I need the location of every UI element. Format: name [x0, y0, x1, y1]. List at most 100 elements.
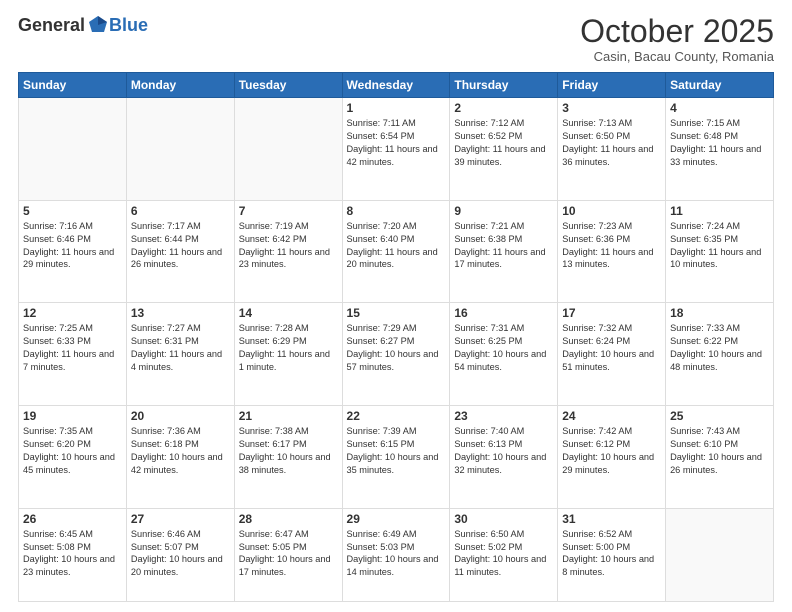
day-number: 19 [23, 409, 122, 423]
calendar-cell: 28 Sunrise: 6:47 AMSunset: 5:05 PMDayligh… [234, 508, 342, 601]
calendar-cell: 14 Sunrise: 7:28 AMSunset: 6:29 PMDayligh… [234, 303, 342, 406]
calendar-cell: 26Sunrise: 6:45 AMSunset: 5:08 PMDayligh… [19, 508, 127, 601]
day-number: 30 [454, 512, 553, 526]
day-info: Sunrise: 7:29 AMSunset: 6:27 PMDaylight:… [347, 323, 439, 372]
day-info: Sunrise: 7:27 AMSunset: 6:31 PMDaylight:… [131, 323, 222, 372]
calendar-cell: 21 Sunrise: 7:38 AMSunset: 6:17 PMDayligh… [234, 406, 342, 509]
calendar-cell: 31 Sunrise: 6:52 AMSunset: 5:00 PMDayligh… [558, 508, 666, 601]
day-info: Sunrise: 7:33 AMSunset: 6:22 PMDaylight:… [670, 323, 762, 372]
day-info: Sunrise: 7:20 AMSunset: 6:40 PMDaylight:… [347, 221, 438, 270]
day-info: Sunrise: 7:21 AMSunset: 6:38 PMDaylight:… [454, 221, 545, 270]
day-number: 14 [239, 306, 338, 320]
calendar-header-tuesday: Tuesday [234, 73, 342, 98]
day-info: Sunrise: 6:50 AMSunset: 5:02 PMDaylight:… [454, 529, 546, 578]
day-info: Sunrise: 7:35 AMSunset: 6:20 PMDaylight:… [23, 426, 115, 475]
calendar-header-row: SundayMondayTuesdayWednesdayThursdayFrid… [19, 73, 774, 98]
calendar-table: SundayMondayTuesdayWednesdayThursdayFrid… [18, 72, 774, 602]
day-number: 3 [562, 101, 661, 115]
calendar-cell: 25Sunrise: 7:43 AMSunset: 6:10 PMDayligh… [666, 406, 774, 509]
calendar-header-monday: Monday [126, 73, 234, 98]
calendar-cell: 22 Sunrise: 7:39 AMSunset: 6:15 PMDayligh… [342, 406, 450, 509]
day-info: Sunrise: 7:12 AMSunset: 6:52 PMDaylight:… [454, 118, 545, 167]
day-info: Sunrise: 7:43 AMSunset: 6:10 PMDaylight:… [670, 426, 762, 475]
calendar-cell: 6 Sunrise: 7:17 AMSunset: 6:44 PMDaylight… [126, 200, 234, 303]
calendar-cell [19, 98, 127, 201]
day-info: Sunrise: 7:28 AMSunset: 6:29 PMDaylight:… [239, 323, 330, 372]
calendar-header-wednesday: Wednesday [342, 73, 450, 98]
calendar-header-friday: Friday [558, 73, 666, 98]
calendar-header-sunday: Sunday [19, 73, 127, 98]
day-number: 6 [131, 204, 230, 218]
calendar-cell [126, 98, 234, 201]
calendar-cell: 16Sunrise: 7:31 AMSunset: 6:25 PMDayligh… [450, 303, 558, 406]
logo-flag-icon [87, 14, 109, 36]
day-number: 11 [670, 204, 769, 218]
calendar-cell: 11 Sunrise: 7:24 AMSunset: 6:35 PMDayligh… [666, 200, 774, 303]
day-number: 22 [347, 409, 446, 423]
day-number: 29 [347, 512, 446, 526]
calendar-cell: 17Sunrise: 7:32 AMSunset: 6:24 PMDayligh… [558, 303, 666, 406]
day-info: Sunrise: 7:16 AMSunset: 6:46 PMDaylight:… [23, 221, 114, 270]
header: General Blue October 2025 Casin, Bacau C… [18, 14, 774, 64]
day-info: Sunrise: 7:25 AMSunset: 6:33 PMDaylight:… [23, 323, 114, 372]
day-number: 21 [239, 409, 338, 423]
day-number: 4 [670, 101, 769, 115]
calendar-week-row: 1Sunrise: 7:11 AMSunset: 6:54 PMDaylight… [19, 98, 774, 201]
calendar-header-thursday: Thursday [450, 73, 558, 98]
calendar-cell: 19 Sunrise: 7:35 AMSunset: 6:20 PMDayligh… [19, 406, 127, 509]
calendar-cell: 27Sunrise: 6:46 AMSunset: 5:07 PMDayligh… [126, 508, 234, 601]
day-info: Sunrise: 6:52 AMSunset: 5:00 PMDaylight:… [562, 529, 654, 578]
day-number: 8 [347, 204, 446, 218]
calendar-week-row: 12 Sunrise: 7:25 AMSunset: 6:33 PMDayligh… [19, 303, 774, 406]
calendar-cell: 29Sunrise: 6:49 AMSunset: 5:03 PMDayligh… [342, 508, 450, 601]
calendar-cell [234, 98, 342, 201]
day-info: Sunrise: 6:45 AMSunset: 5:08 PMDaylight:… [23, 529, 115, 578]
day-number: 27 [131, 512, 230, 526]
calendar-cell: 15 Sunrise: 7:29 AMSunset: 6:27 PMDayligh… [342, 303, 450, 406]
day-number: 16 [454, 306, 553, 320]
day-number: 12 [23, 306, 122, 320]
month-title: October 2025 [580, 14, 774, 49]
day-info: Sunrise: 7:39 AMSunset: 6:15 PMDaylight:… [347, 426, 439, 475]
page: General Blue October 2025 Casin, Bacau C… [0, 0, 792, 612]
day-info: Sunrise: 7:36 AMSunset: 6:18 PMDaylight:… [131, 426, 223, 475]
logo: General Blue [18, 14, 148, 36]
day-info: Sunrise: 7:24 AMSunset: 6:35 PMDaylight:… [670, 221, 761, 270]
day-number: 10 [562, 204, 661, 218]
calendar-cell: 1Sunrise: 7:11 AMSunset: 6:54 PMDaylight… [342, 98, 450, 201]
day-info: Sunrise: 6:47 AMSunset: 5:05 PMDaylight:… [239, 529, 331, 578]
location: Casin, Bacau County, Romania [580, 49, 774, 64]
day-number: 24 [562, 409, 661, 423]
calendar-cell: 13 Sunrise: 7:27 AMSunset: 6:31 PMDayligh… [126, 303, 234, 406]
calendar-cell: 7 Sunrise: 7:19 AMSunset: 6:42 PMDaylight… [234, 200, 342, 303]
calendar-cell: 30 Sunrise: 6:50 AMSunset: 5:02 PMDayligh… [450, 508, 558, 601]
calendar-week-row: 26Sunrise: 6:45 AMSunset: 5:08 PMDayligh… [19, 508, 774, 601]
day-info: Sunrise: 7:40 AMSunset: 6:13 PMDaylight:… [454, 426, 546, 475]
day-info: Sunrise: 7:38 AMSunset: 6:17 PMDaylight:… [239, 426, 331, 475]
day-number: 9 [454, 204, 553, 218]
logo-blue-text: Blue [109, 15, 148, 36]
calendar-cell: 20Sunrise: 7:36 AMSunset: 6:18 PMDayligh… [126, 406, 234, 509]
calendar-cell: 5Sunrise: 7:16 AMSunset: 6:46 PMDaylight… [19, 200, 127, 303]
day-info: Sunrise: 7:19 AMSunset: 6:42 PMDaylight:… [239, 221, 330, 270]
calendar-cell: 18 Sunrise: 7:33 AMSunset: 6:22 PMDayligh… [666, 303, 774, 406]
day-info: Sunrise: 7:17 AMSunset: 6:44 PMDaylight:… [131, 221, 222, 270]
day-number: 2 [454, 101, 553, 115]
day-number: 28 [239, 512, 338, 526]
calendar-cell: 2 Sunrise: 7:12 AMSunset: 6:52 PMDaylight… [450, 98, 558, 201]
day-number: 7 [239, 204, 338, 218]
calendar-cell: 24Sunrise: 7:42 AMSunset: 6:12 PMDayligh… [558, 406, 666, 509]
day-number: 1 [347, 101, 446, 115]
day-number: 23 [454, 409, 553, 423]
calendar-cell: 8 Sunrise: 7:20 AMSunset: 6:40 PMDaylight… [342, 200, 450, 303]
day-number: 15 [347, 306, 446, 320]
calendar-header-saturday: Saturday [666, 73, 774, 98]
header-right: October 2025 Casin, Bacau County, Romani… [580, 14, 774, 64]
day-number: 31 [562, 512, 661, 526]
calendar-week-row: 19 Sunrise: 7:35 AMSunset: 6:20 PMDayligh… [19, 406, 774, 509]
day-number: 18 [670, 306, 769, 320]
day-number: 13 [131, 306, 230, 320]
calendar-cell: 12 Sunrise: 7:25 AMSunset: 6:33 PMDayligh… [19, 303, 127, 406]
day-info: Sunrise: 7:15 AMSunset: 6:48 PMDaylight:… [670, 118, 761, 167]
calendar-cell: 3Sunrise: 7:13 AMSunset: 6:50 PMDaylight… [558, 98, 666, 201]
